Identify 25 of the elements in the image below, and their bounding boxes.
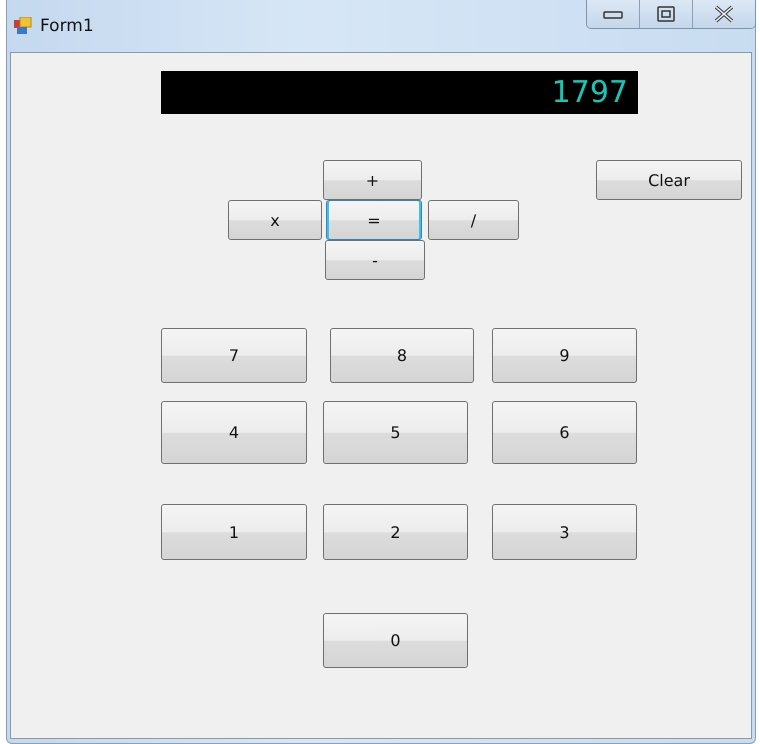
calculator-button[interactable]: Clear: [596, 160, 742, 200]
app-icon: [14, 17, 32, 35]
calculator-button[interactable]: 7: [161, 328, 307, 383]
calculator-button[interactable]: x: [228, 200, 322, 240]
minimize-button[interactable]: [587, 0, 640, 28]
window-title: Form1: [40, 16, 94, 36]
calculator-button[interactable]: 1: [161, 504, 307, 560]
close-button[interactable]: [693, 0, 755, 28]
maximize-icon: [657, 6, 675, 22]
calculator-button[interactable]: 0: [323, 613, 468, 668]
calculator-button[interactable]: 3: [492, 504, 637, 560]
calculator-button[interactable]: 4: [161, 401, 307, 464]
calculator-button[interactable]: 9: [492, 328, 637, 383]
result-display: 1797: [161, 71, 638, 114]
maximize-button[interactable]: [640, 0, 693, 28]
calculator-button[interactable]: =: [326, 200, 422, 240]
calculator-button[interactable]: 8: [330, 328, 474, 383]
calculator-button[interactable]: 2: [323, 504, 468, 560]
calculator-button[interactable]: /: [428, 200, 519, 240]
close-icon: [714, 5, 734, 23]
calculator-button[interactable]: +: [323, 160, 422, 200]
minimize-icon: [603, 9, 623, 19]
calculator-button[interactable]: 6: [492, 401, 637, 464]
calculator-button[interactable]: -: [325, 240, 425, 280]
calculator-button[interactable]: 5: [323, 401, 468, 464]
